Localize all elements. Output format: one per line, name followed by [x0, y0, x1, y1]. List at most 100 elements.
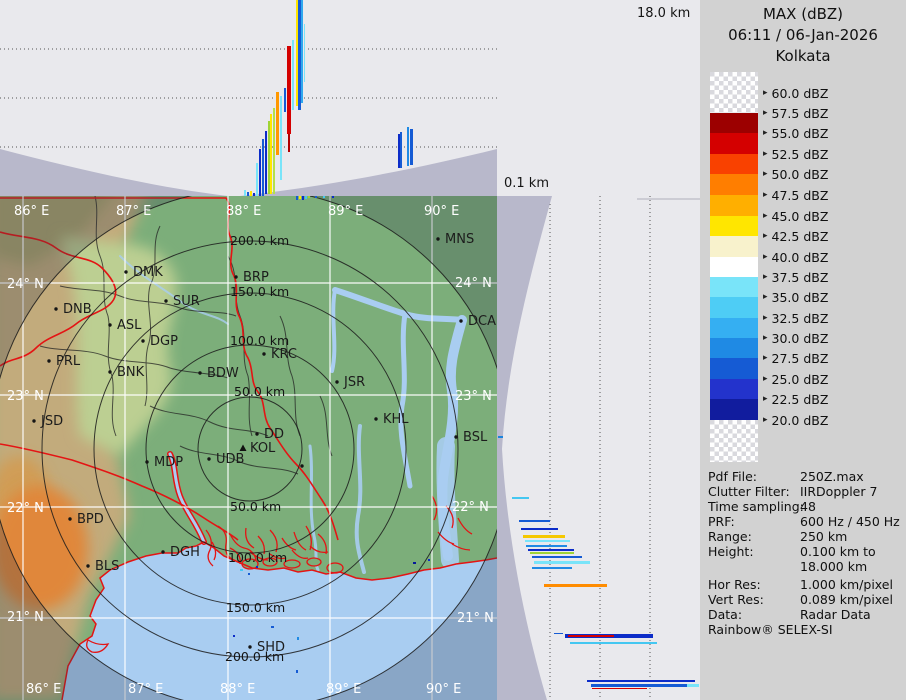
info-value: 1.000 km/pixel [800, 577, 893, 592]
station-label-DCA: DCA [468, 314, 496, 329]
info-value: Radar Data [800, 607, 871, 622]
scale-swatch [710, 133, 758, 154]
radar-map-canvas[interactable]: 200.0 km150.0 km100.0 km50.0 km50.0 km10… [0, 196, 497, 700]
station-label-JSR: JSR [343, 375, 365, 390]
scale-label: ▸55.0 dBZ [763, 125, 828, 141]
echo-pixel [323, 196, 325, 198]
echo-bar [687, 684, 699, 687]
scale-tick-arrow-icon: ▸ [763, 169, 768, 179]
scale-label: ▸42.5 dBZ [763, 228, 828, 244]
echo-bar [592, 688, 647, 689]
scale-tick-arrow-icon: ▸ [763, 415, 768, 425]
echo-bar [284, 88, 286, 112]
echo-bar [570, 642, 657, 644]
top-height-profile-panel [0, 0, 497, 196]
grid-label: 88° E [226, 204, 261, 219]
echo-bar [268, 121, 270, 194]
station-dot [164, 299, 167, 302]
scale-label-text: 57.5 dBZ [772, 106, 829, 121]
scale-tick-arrow-icon: ▸ [763, 333, 768, 343]
scale-tick-arrow-icon: ▸ [763, 128, 768, 138]
station-dot [108, 370, 111, 373]
station-label-DGH: DGH [170, 545, 200, 560]
scale-label: ▸52.5 dBZ [763, 146, 828, 162]
scale-tick-arrow-icon: ▸ [763, 211, 768, 221]
echo-bar [534, 561, 590, 564]
echo-pixel [299, 196, 301, 199]
station-label-PRL: PRL [56, 354, 81, 369]
scale-label: ▸20.0 dBZ [763, 412, 828, 428]
grid-label: 22° N [452, 500, 489, 515]
echo-bar [280, 96, 282, 180]
echo-bar [532, 567, 572, 569]
scale-label-text: 52.5 dBZ [772, 147, 829, 162]
echo-pixel [305, 196, 307, 199]
station-dot [161, 550, 164, 553]
scale-swatch [710, 113, 758, 133]
station-dot [248, 645, 251, 648]
echo-pixel [271, 626, 274, 628]
station-dot [198, 371, 201, 374]
station-label-BSL: BSL [463, 430, 488, 445]
info-value: 18.000 km [800, 559, 867, 574]
grid-label: 22° N [7, 501, 44, 516]
scale-swatch [710, 154, 758, 174]
scale-label-text: 25.0 dBZ [772, 372, 829, 387]
station-label-KRC: KRC [271, 347, 297, 362]
right-height-profile-panel [497, 196, 700, 700]
echo-bar [265, 131, 267, 194]
station-dot [124, 270, 127, 273]
echo-bar [287, 46, 291, 134]
scale-tick-arrow-icon: ▸ [763, 88, 768, 98]
station-label-MDP: MDP [154, 455, 183, 470]
site-name: Kolkata [700, 47, 906, 65]
echo-bar [519, 520, 550, 522]
scale-label-text: 50.0 dBZ [772, 167, 829, 182]
grid-label: 21° N [457, 611, 494, 626]
scale-label-text: 35.0 dBZ [772, 290, 829, 305]
echo-bar [400, 132, 402, 168]
station-label-MNS: MNS [445, 232, 474, 247]
station-label-ASL: ASL [117, 318, 142, 333]
echo-bar [410, 129, 413, 165]
echo-bar [270, 114, 272, 194]
scale-tick-arrow-icon: ▸ [763, 190, 768, 200]
station-dot [436, 237, 439, 240]
scale-swatch [710, 338, 758, 358]
scale-label: ▸47.5 dBZ [763, 187, 828, 203]
info-label: PRF: [708, 514, 735, 529]
grid-label: 23° N [455, 389, 492, 404]
scale-label: ▸25.0 dBZ [763, 371, 828, 387]
echo-pixel [315, 196, 317, 198]
echo-pixel [302, 196, 304, 200]
grid-label: 24° N [7, 277, 44, 292]
station-label-BPD: BPD [77, 512, 104, 527]
scale-label: ▸37.5 dBZ [763, 269, 828, 285]
info-value: 0.100 km to [800, 544, 876, 559]
scale-swatch [710, 236, 758, 257]
station-dot [459, 319, 462, 322]
scale-tick-arrow-icon: ▸ [763, 394, 768, 404]
echo-bar [296, 0, 298, 106]
scale-swatch [710, 72, 758, 113]
scale-tick-arrow-icon: ▸ [763, 353, 768, 363]
echo-pixel [256, 566, 258, 568]
scale-swatch [710, 420, 758, 462]
product-title: MAX (dBZ) [700, 5, 906, 23]
echo-bar [526, 545, 567, 547]
echo-bar [532, 556, 582, 558]
echo-bar [398, 134, 400, 168]
info-label: Height: [708, 544, 754, 559]
ring-label: 200.0 km [230, 233, 289, 248]
station-label-BLS: BLS [95, 559, 119, 574]
grid-label: 86° E [26, 682, 61, 697]
scale-swatch [710, 174, 758, 195]
scale-label-text: 37.5 dBZ [772, 270, 829, 285]
scale-swatch [710, 277, 758, 297]
scale-label: ▸60.0 dBZ [763, 85, 828, 101]
station-dot [374, 417, 377, 420]
station-dot [54, 307, 57, 310]
scale-swatch [710, 195, 758, 216]
station-label-KOL: KOL [250, 441, 276, 456]
echo-bar [530, 552, 574, 554]
